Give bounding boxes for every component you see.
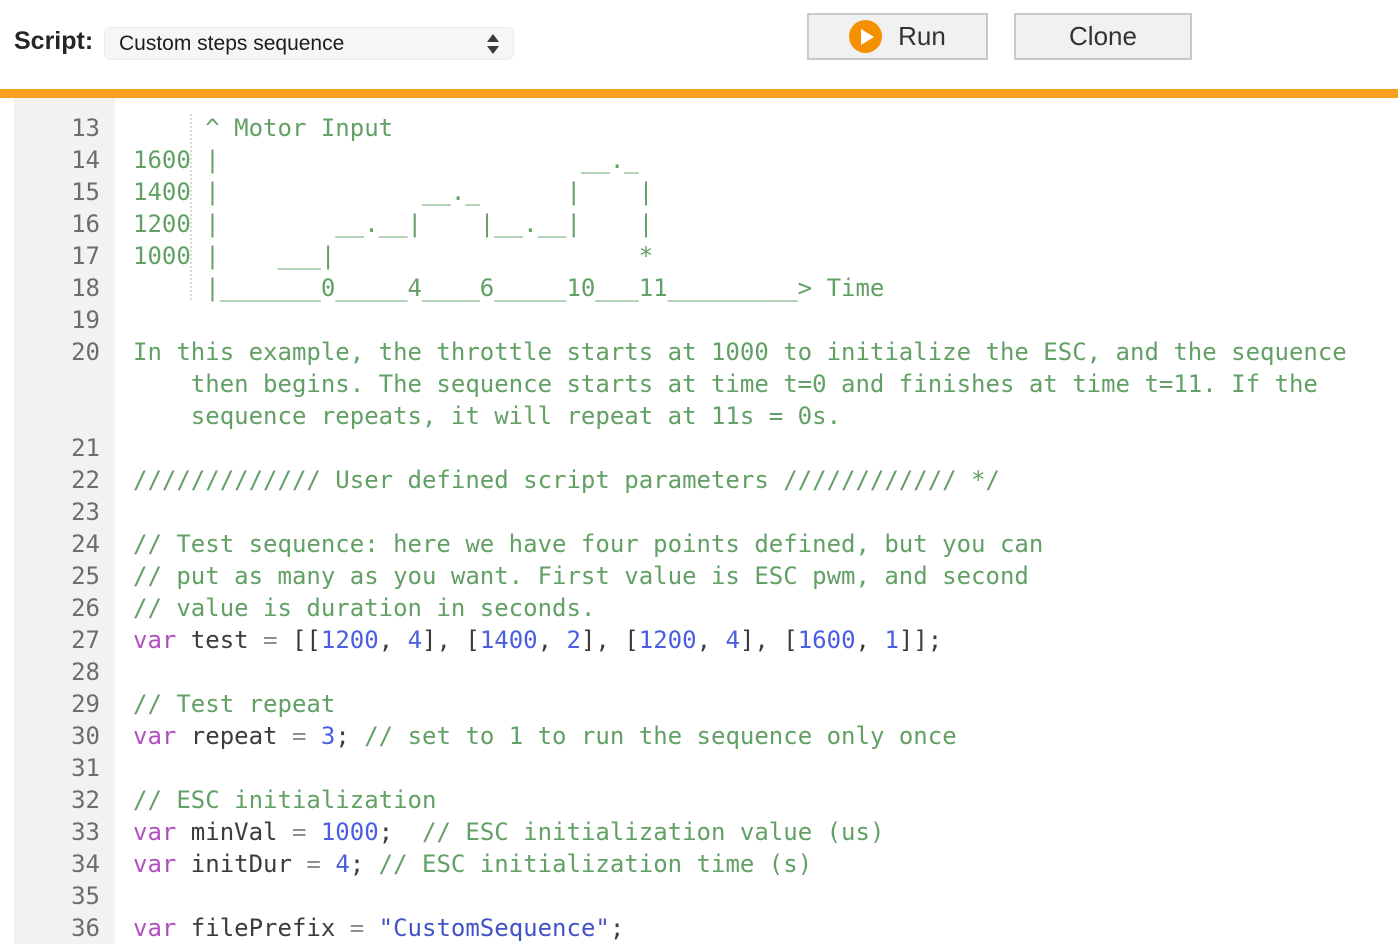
line-number: 15 [14, 176, 115, 208]
line-number [14, 368, 115, 400]
run-button-label: Run [898, 21, 946, 52]
play-icon [849, 20, 882, 53]
code-line-text: var repeat = 3; // set to 1 to run the s… [115, 720, 957, 752]
code-line[interactable]: 35 [0, 880, 1398, 912]
code-line[interactable]: 25// put as many as you want. First valu… [0, 560, 1398, 592]
code-line[interactable]: 29// Test repeat [0, 688, 1398, 720]
code-line-text: sequence repeats, it will repeat at 11s … [115, 400, 841, 432]
line-number: 33 [14, 816, 115, 848]
line-number: 29 [14, 688, 115, 720]
line-number: 13 [14, 112, 115, 144]
code-line-text [115, 880, 133, 912]
code-line[interactable]: 23 [0, 496, 1398, 528]
script-label: Script: [14, 27, 93, 56]
code-line-text: ///////////// User defined script parame… [115, 464, 1000, 496]
line-number: 21 [14, 432, 115, 464]
line-number: 25 [14, 560, 115, 592]
code-line[interactable]: 22///////////// User defined script para… [0, 464, 1398, 496]
script-select[interactable]: Custom steps sequence [104, 27, 514, 60]
code-line[interactable]: 21 [0, 432, 1398, 464]
code-line[interactable]: 31 [0, 752, 1398, 784]
line-number: 36 [14, 912, 115, 944]
code-line[interactable]: 20In this example, the throttle starts a… [0, 336, 1398, 368]
code-line-text: 1400 | __._ | | [115, 176, 653, 208]
code-line-text: 1000 | ___| * [115, 240, 653, 272]
code-line[interactable]: sequence repeats, it will repeat at 11s … [0, 400, 1398, 432]
line-number: 19 [14, 304, 115, 336]
script-select-value: Custom steps sequence [119, 32, 487, 56]
clone-button[interactable]: Clone [1014, 13, 1192, 60]
line-number: 28 [14, 656, 115, 688]
code-line[interactable]: 161200 | __.__| |__.__| | [0, 208, 1398, 240]
code-line-text [115, 752, 133, 784]
orange-divider [0, 89, 1398, 98]
code-line[interactable]: 36var filePrefix = "CustomSequence"; [0, 912, 1398, 944]
code-line-text: 1600 | __._ [115, 144, 639, 176]
code-line-text: ^ Motor Input [115, 112, 393, 144]
code-line[interactable]: 13 ^ Motor Input [0, 112, 1398, 144]
clone-button-label: Clone [1069, 21, 1137, 52]
code-line[interactable]: then begins. The sequence starts at time… [0, 368, 1398, 400]
code-line[interactable]: 19 [0, 304, 1398, 336]
run-button[interactable]: Run [807, 13, 988, 60]
line-number: 34 [14, 848, 115, 880]
line-number: 31 [14, 752, 115, 784]
code-line[interactable]: 33var minVal = 1000; // ESC initializati… [0, 816, 1398, 848]
line-number: 26 [14, 592, 115, 624]
code-line[interactable]: 26// value is duration in seconds. [0, 592, 1398, 624]
code-line-text [115, 432, 133, 464]
line-number: 24 [14, 528, 115, 560]
code-editor-rows: 13 ^ Motor Input141600 | __._151400 | __… [0, 112, 1398, 944]
code-line-text: // value is duration in seconds. [115, 592, 595, 624]
line-number: 32 [14, 784, 115, 816]
code-line[interactable]: 171000 | ___| * [0, 240, 1398, 272]
code-line-text [115, 656, 133, 688]
line-number: 27 [14, 624, 115, 656]
line-number: 17 [14, 240, 115, 272]
script-editor-page: Script: Custom steps sequence Run Clone … [0, 0, 1398, 944]
code-line-text: |_______0_____4____6_____10___11________… [115, 272, 884, 304]
code-line-text [115, 496, 133, 528]
toolbar: Script: Custom steps sequence Run Clone [0, 0, 1398, 89]
line-number: 18 [14, 272, 115, 304]
line-number: 14 [14, 144, 115, 176]
code-line-text: // Test sequence: here we have four poin… [115, 528, 1043, 560]
code-line-text: // Test repeat [115, 688, 335, 720]
line-number: 22 [14, 464, 115, 496]
code-line[interactable]: 30var repeat = 3; // set to 1 to run the… [0, 720, 1398, 752]
code-line-text: In this example, the throttle starts at … [115, 336, 1347, 368]
line-number: 16 [14, 208, 115, 240]
code-line-text: var filePrefix = "CustomSequence"; [115, 912, 624, 944]
code-line-text: var test = [[1200, 4], [1400, 2], [1200,… [115, 624, 942, 656]
code-line[interactable]: 34var initDur = 4; // ESC initialization… [0, 848, 1398, 880]
code-line[interactable]: 27var test = [[1200, 4], [1400, 2], [120… [0, 624, 1398, 656]
line-number: 30 [14, 720, 115, 752]
code-line-text: 1200 | __.__| |__.__| | [115, 208, 653, 240]
code-line[interactable]: 24// Test sequence: here we have four po… [0, 528, 1398, 560]
line-number: 23 [14, 496, 115, 528]
code-line[interactable]: 18 |_______0_____4____6_____10___11_____… [0, 272, 1398, 304]
code-line-text: // ESC initialization [115, 784, 436, 816]
code-line-text: var minVal = 1000; // ESC initialization… [115, 816, 884, 848]
code-line-text: // put as many as you want. First value … [115, 560, 1029, 592]
code-line-text [115, 304, 133, 336]
code-line[interactable]: 141600 | __._ [0, 144, 1398, 176]
select-arrows-icon [487, 34, 499, 54]
code-line-text: then begins. The sequence starts at time… [115, 368, 1318, 400]
line-number: 35 [14, 880, 115, 912]
code-line[interactable]: 32// ESC initialization [0, 784, 1398, 816]
code-line-text: var initDur = 4; // ESC initialization t… [115, 848, 812, 880]
line-number [14, 400, 115, 432]
code-line[interactable]: 151400 | __._ | | [0, 176, 1398, 208]
code-editor[interactable]: 13 ^ Motor Input141600 | __._151400 | __… [0, 98, 1398, 944]
line-number: 20 [14, 336, 115, 368]
code-line[interactable]: 28 [0, 656, 1398, 688]
